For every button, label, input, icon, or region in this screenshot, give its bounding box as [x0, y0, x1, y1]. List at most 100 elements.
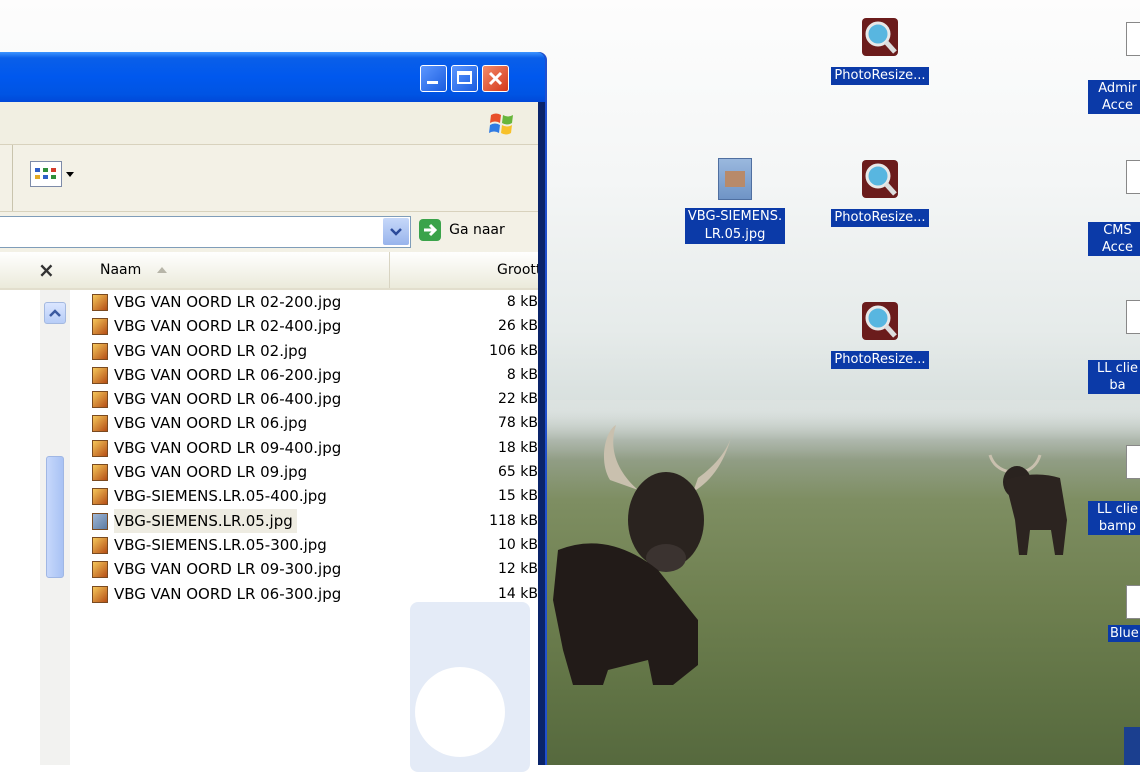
- jpg-file-icon: [92, 488, 108, 506]
- address-dropdown-button[interactable]: [383, 218, 409, 245]
- cow-background: [988, 454, 1067, 555]
- views-icon: [35, 168, 56, 179]
- file-name: VBG VAN OORD LR 09-400.jpg: [114, 438, 342, 457]
- watermark-logo: [410, 602, 530, 772]
- file-row[interactable]: VBG-SIEMENS.LR.05.jpg 118 kB: [80, 508, 538, 533]
- chevron-up-icon: [49, 309, 61, 317]
- close-icon: [488, 71, 503, 86]
- file-size: 12 kB: [498, 561, 538, 578]
- file-name: VBG VAN OORD LR 02-400.jpg: [114, 317, 342, 336]
- desktop-icon-label: Acce: [1102, 98, 1133, 113]
- file-name: VBG-SIEMENS.LR.05-300.jpg: [114, 535, 327, 554]
- desktop-icon-label: LL clie: [1097, 361, 1138, 376]
- desktop-icon-photoresize-2[interactable]: PhotoResize...: [810, 158, 950, 227]
- file-list: Naam Grootte VBG VAN OORD LR 02-200.jpg 8…: [80, 252, 538, 772]
- toolbar: [0, 145, 538, 212]
- file-row[interactable]: VBG-SIEMENS.LR.05-400.jpg 15 kB: [80, 484, 538, 508]
- file-name: VBG VAN OORD LR 06-200.jpg: [114, 365, 342, 384]
- jpg-file-icon: [92, 464, 108, 482]
- file-size: 18 kB: [498, 439, 538, 456]
- desktop-icon-label: LL clie: [1097, 502, 1138, 517]
- desktop-icon-label: CMS: [1103, 223, 1132, 238]
- file-row[interactable]: VBG VAN OORD LR 06-400.jpg 22 kB: [80, 387, 538, 411]
- title-bar[interactable]: [0, 52, 545, 102]
- magnifier-icon: [860, 158, 900, 200]
- desktop-icon-vbg-siemens[interactable]: VBG-SIEMENS. LR.05.jpg: [665, 158, 805, 244]
- magnifier-icon: [860, 300, 900, 342]
- shortcut-icon: [1126, 445, 1140, 479]
- jpg-file-icon: [92, 391, 108, 409]
- file-row[interactable]: VBG VAN OORD LR 06.jpg 78 kB: [80, 411, 538, 435]
- file-name: VBG-SIEMENS.LR.05.jpg: [114, 508, 297, 533]
- jpg-file-icon: [92, 366, 108, 384]
- cow-foreground: [553, 425, 733, 685]
- file-name: VBG VAN OORD LR 06.jpg: [114, 414, 308, 433]
- desktop-icon-photoresize-1[interactable]: PhotoResize...: [810, 16, 950, 85]
- window-client: Ga naar × Naam Grootte: [0, 102, 538, 772]
- file-row[interactable]: VBG VAN OORD LR 02-400.jpg 26 kB: [80, 314, 538, 338]
- desktop-icon-photoresize-3[interactable]: PhotoResize...: [810, 300, 950, 369]
- scroll-thumb[interactable]: [46, 456, 64, 578]
- column-header-size[interactable]: Grootte: [391, 252, 538, 288]
- file-row[interactable]: VBG VAN OORD LR 09-300.jpg 12 kB: [80, 557, 538, 581]
- go-button[interactable]: Ga naar: [418, 218, 505, 242]
- scroll-up-button[interactable]: [44, 302, 66, 324]
- desktop-icon-label: PhotoResize...: [831, 209, 929, 227]
- chevron-down-icon[interactable]: [66, 172, 74, 178]
- file-row[interactable]: VBG VAN OORD LR 09-400.jpg 18 kB: [80, 436, 538, 460]
- menu-bar: [0, 102, 538, 145]
- shortcut-icon: [1126, 585, 1140, 619]
- shortcut-icon: [1126, 160, 1140, 194]
- go-label: Ga naar: [449, 222, 505, 238]
- help-icon[interactable]: [1124, 727, 1140, 765]
- file-rows: VBG VAN OORD LR 02-200.jpg 8 kB VBG VAN OO…: [80, 290, 538, 606]
- image-file-icon: [718, 158, 752, 200]
- file-size: 10 kB: [498, 536, 538, 553]
- file-size: 22 kB: [498, 391, 538, 408]
- file-name: VBG VAN OORD LR 09.jpg: [114, 463, 308, 482]
- file-size: 8 kB: [506, 366, 538, 383]
- file-row[interactable]: VBG VAN OORD LR 02.jpg 106 kB: [80, 339, 538, 363]
- file-size: 78 kB: [498, 415, 538, 432]
- sort-ascending-icon: [156, 267, 167, 273]
- jpg-file-icon: [92, 318, 108, 336]
- shortcut-icon: [1126, 300, 1140, 334]
- jpg-file-icon: [92, 294, 108, 311]
- desktop-icon-label: Blue: [1110, 626, 1139, 641]
- file-size: 118 kB: [489, 512, 538, 529]
- maximize-button[interactable]: [451, 65, 478, 92]
- explorer-window: Ga naar × Naam Grootte: [0, 52, 545, 772]
- desktop-icon-label: Acce: [1102, 240, 1133, 255]
- file-size: 8 kB: [506, 294, 538, 310]
- column-header-name[interactable]: Naam: [80, 252, 390, 288]
- file-row[interactable]: VBG VAN OORD LR 09.jpg 65 kB: [80, 460, 538, 484]
- jpg-file-icon: [92, 512, 108, 530]
- jpg-file-icon: [92, 342, 108, 360]
- minimize-button[interactable]: [420, 65, 447, 92]
- go-arrow-icon: [419, 219, 441, 241]
- address-input[interactable]: [0, 216, 411, 248]
- jpg-file-icon: [92, 415, 108, 433]
- task-pane: ×: [0, 252, 80, 765]
- file-size: 65 kB: [498, 464, 538, 481]
- file-size: 106 kB: [489, 342, 538, 359]
- address-bar: Ga naar: [0, 212, 538, 252]
- windows-logo-icon: [489, 113, 513, 135]
- desktop-icon-label: bamp: [1098, 519, 1137, 534]
- scrollbar[interactable]: [40, 290, 70, 765]
- desktop-icon-label: ba: [1109, 378, 1126, 393]
- file-name: VBG VAN OORD LR 02.jpg: [114, 341, 308, 360]
- magnifier-icon: [860, 16, 900, 58]
- jpg-file-icon: [92, 561, 108, 579]
- desktop-icon-label: PhotoResize...: [831, 351, 929, 369]
- file-row[interactable]: VBG-SIEMENS.LR.05-300.jpg 10 kB: [80, 533, 538, 557]
- close-pane-button[interactable]: ×: [38, 258, 55, 282]
- file-name: VBG VAN OORD LR 02-200.jpg: [114, 293, 342, 311]
- desktop-icon-label: VBG-SIEMENS. LR.05.jpg: [684, 208, 786, 244]
- file-row[interactable]: VBG VAN OORD LR 06-200.jpg 8 kB: [80, 363, 538, 387]
- shortcut-icon: [1126, 22, 1140, 56]
- views-button[interactable]: [30, 161, 62, 187]
- column-size-label: Grootte: [496, 262, 538, 278]
- close-button[interactable]: [482, 65, 509, 92]
- file-row[interactable]: VBG VAN OORD LR 02-200.jpg 8 kB: [80, 290, 538, 314]
